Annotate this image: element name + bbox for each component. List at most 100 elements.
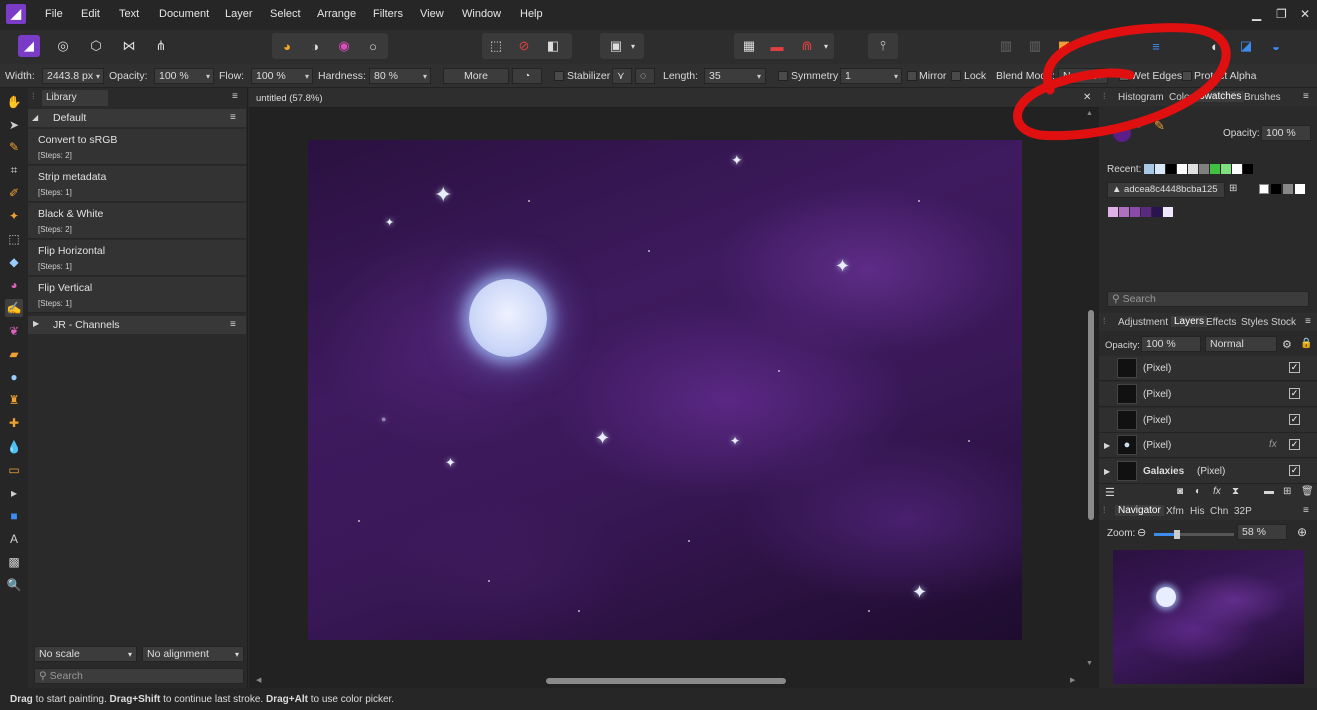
library-tab[interactable]: Library: [42, 90, 108, 106]
text-tool-icon[interactable]: A: [5, 530, 23, 548]
grid-icon[interactable]: ▦: [738, 35, 760, 57]
horizontal-scroll-thumb[interactable]: [546, 678, 786, 684]
vertical-scroll-thumb[interactable]: [1088, 310, 1094, 520]
opacity-dropdown-icon[interactable]: ▾: [206, 72, 210, 81]
collapse-arrow-icon[interactable]: ◢: [32, 113, 38, 122]
crop-tool-icon[interactable]: ⌗: [5, 161, 23, 179]
color-swatch[interactable]: [1144, 164, 1154, 174]
selection-brush-icon[interactable]: ✐: [5, 184, 23, 202]
auto-levels-icon[interactable]: ◕: [276, 35, 298, 57]
deselect-icon[interactable]: ⊘: [513, 35, 535, 57]
layer-row[interactable]: (Pixel) ✓: [1099, 408, 1317, 433]
tab-styles[interactable]: Styles: [1241, 317, 1268, 328]
blend-mode-dropdown-icon[interactable]: ▾: [1098, 72, 1102, 81]
symmetry-dropdown-icon[interactable]: ▾: [894, 72, 898, 81]
macro-item[interactable]: Black & White [Steps: 2]: [28, 203, 246, 239]
align-icon[interactable]: ≡: [1145, 35, 1167, 57]
insert-behind-icon[interactable]: ◐: [1204, 35, 1226, 57]
menu-filters[interactable]: Filters: [373, 8, 403, 20]
erase-brush-icon[interactable]: ▰: [5, 345, 23, 363]
insert-inside-icon[interactable]: ◒: [1265, 35, 1287, 57]
menu-view[interactable]: View: [420, 8, 444, 20]
zoom-slider[interactable]: [1154, 530, 1234, 539]
layer-settings-gear-icon[interactable]: ⚙: [1282, 338, 1292, 351]
color-swatch[interactable]: [1152, 207, 1162, 217]
alignment-select[interactable]: No alignment ▾: [142, 646, 244, 662]
color-picker-icon[interactable]: ✎: [5, 138, 23, 156]
macro-item[interactable]: Strip metadata [Steps: 1]: [28, 166, 246, 202]
tab-histogram[interactable]: Histogram: [1118, 92, 1164, 103]
tab-channels[interactable]: Chn: [1210, 506, 1228, 517]
restore-icon[interactable]: ❐: [1276, 7, 1287, 21]
tab-transform[interactable]: Xfm: [1166, 506, 1184, 517]
close-window-icon[interactable]: ✕: [1300, 7, 1310, 21]
live-filter-icon[interactable]: fx: [1213, 486, 1221, 497]
category-menu-icon[interactable]: ≡: [230, 112, 236, 123]
select-all-icon[interactable]: ⬚: [485, 35, 507, 57]
pixel-layer-icon[interactable]: ⧗: [1232, 486, 1239, 497]
width-field[interactable]: 2443.8 px: [42, 68, 104, 84]
zoom-field[interactable]: 58 %: [1237, 524, 1287, 540]
scroll-right-icon[interactable]: ▶: [1070, 676, 1075, 684]
symmetry-checkbox[interactable]: [778, 71, 788, 81]
liquify-persona-icon[interactable]: ◎: [52, 35, 74, 57]
panel-grip-icon[interactable]: ⁞: [1103, 316, 1106, 326]
layer-blend-select[interactable]: Normal: [1205, 336, 1277, 352]
layer-row[interactable]: ▶ Galaxies (Pixel) ✓: [1099, 459, 1317, 484]
panel-grip-icon[interactable]: ⁞: [1103, 505, 1106, 515]
color-swatch[interactable]: [1166, 164, 1176, 174]
blur-brush-icon[interactable]: 💧: [5, 438, 23, 456]
snapping-dropdown-icon[interactable]: ▾: [820, 35, 832, 57]
flow-field[interactable]: 100 %: [251, 68, 313, 84]
tab-layers[interactable]: Layers: [1171, 316, 1208, 327]
color-replacement-icon[interactable]: ❦: [5, 322, 23, 340]
menu-edit[interactable]: Edit: [81, 8, 100, 20]
minimize-icon[interactable]: ▁: [1252, 7, 1261, 21]
tab-swatches[interactable]: Swatches: [1195, 91, 1245, 102]
color-swatch[interactable]: [1163, 207, 1173, 217]
photo-persona-icon[interactable]: ◢: [18, 35, 40, 57]
color-swatch[interactable]: [1232, 164, 1242, 174]
zoom-out-icon[interactable]: ⊖: [1137, 526, 1146, 539]
layer-visibility-checkbox[interactable]: ✓: [1289, 439, 1300, 450]
fx-icon[interactable]: fx: [1269, 439, 1277, 450]
length-dropdown-icon[interactable]: ▾: [757, 72, 761, 81]
macro-item[interactable]: Flip Vertical [Steps: 1]: [28, 277, 246, 313]
swatch-search-input[interactable]: ⚲ Search: [1107, 291, 1309, 307]
boolean-add-icon[interactable]: ▥: [995, 35, 1017, 57]
scroll-up-icon[interactable]: ▲: [1086, 110, 1093, 117]
healing-brush-icon[interactable]: ✚: [5, 414, 23, 432]
layer-opacity-field[interactable]: 100 %: [1141, 336, 1201, 352]
document-tab[interactable]: untitled (57.8%) ✕: [249, 88, 1099, 108]
flow-dropdown-icon[interactable]: ▾: [305, 72, 309, 81]
menu-text[interactable]: Text: [119, 8, 139, 20]
opacity-field[interactable]: 100 %: [154, 68, 214, 84]
layer-row[interactable]: (Pixel) ✓: [1099, 356, 1317, 381]
panel-grip-icon[interactable]: ⁞: [32, 91, 35, 101]
mesh-warp-icon[interactable]: ▩: [5, 553, 23, 571]
group-layer-icon[interactable]: ▬: [1264, 486, 1274, 497]
mirror-checkbox[interactable]: [907, 71, 917, 81]
arrange-front-icon[interactable]: ◩: [1053, 35, 1075, 57]
jr-channels-category-header[interactable]: ▶ JR - Channels ≡: [28, 316, 246, 334]
window-mode-icon[interactable]: ◌: [635, 68, 655, 84]
layer-visibility-checkbox[interactable]: ✓: [1289, 465, 1300, 476]
color-swatch[interactable]: [1177, 164, 1187, 174]
black-swatch[interactable]: [1271, 184, 1281, 194]
category-menu-icon[interactable]: ≡: [230, 319, 236, 330]
close-document-icon[interactable]: ✕: [1083, 92, 1091, 103]
menu-select[interactable]: Select: [270, 8, 301, 20]
more-button[interactable]: More: [443, 68, 509, 84]
color-swatch[interactable]: [1119, 207, 1129, 217]
assistant-icon[interactable]: ⫯: [872, 35, 894, 57]
hardness-dropdown-icon[interactable]: ▾: [423, 72, 427, 81]
symmetry-field[interactable]: 1: [840, 68, 902, 84]
stabilizer-checkbox[interactable]: [554, 71, 564, 81]
flood-select-icon[interactable]: ✦: [5, 207, 23, 225]
panel-grip-icon[interactable]: ⁞: [1103, 91, 1106, 101]
boolean-subtract-icon[interactable]: ▥: [1024, 35, 1046, 57]
tab-history[interactable]: His: [1190, 506, 1204, 517]
panel-menu-icon[interactable]: ≡: [1305, 316, 1311, 327]
canvas-image[interactable]: ✦ ✦ ✦ ✦ ✦ ✦ ✦ ✦ ●: [308, 140, 1022, 640]
tab-effects[interactable]: Effects: [1206, 317, 1236, 328]
